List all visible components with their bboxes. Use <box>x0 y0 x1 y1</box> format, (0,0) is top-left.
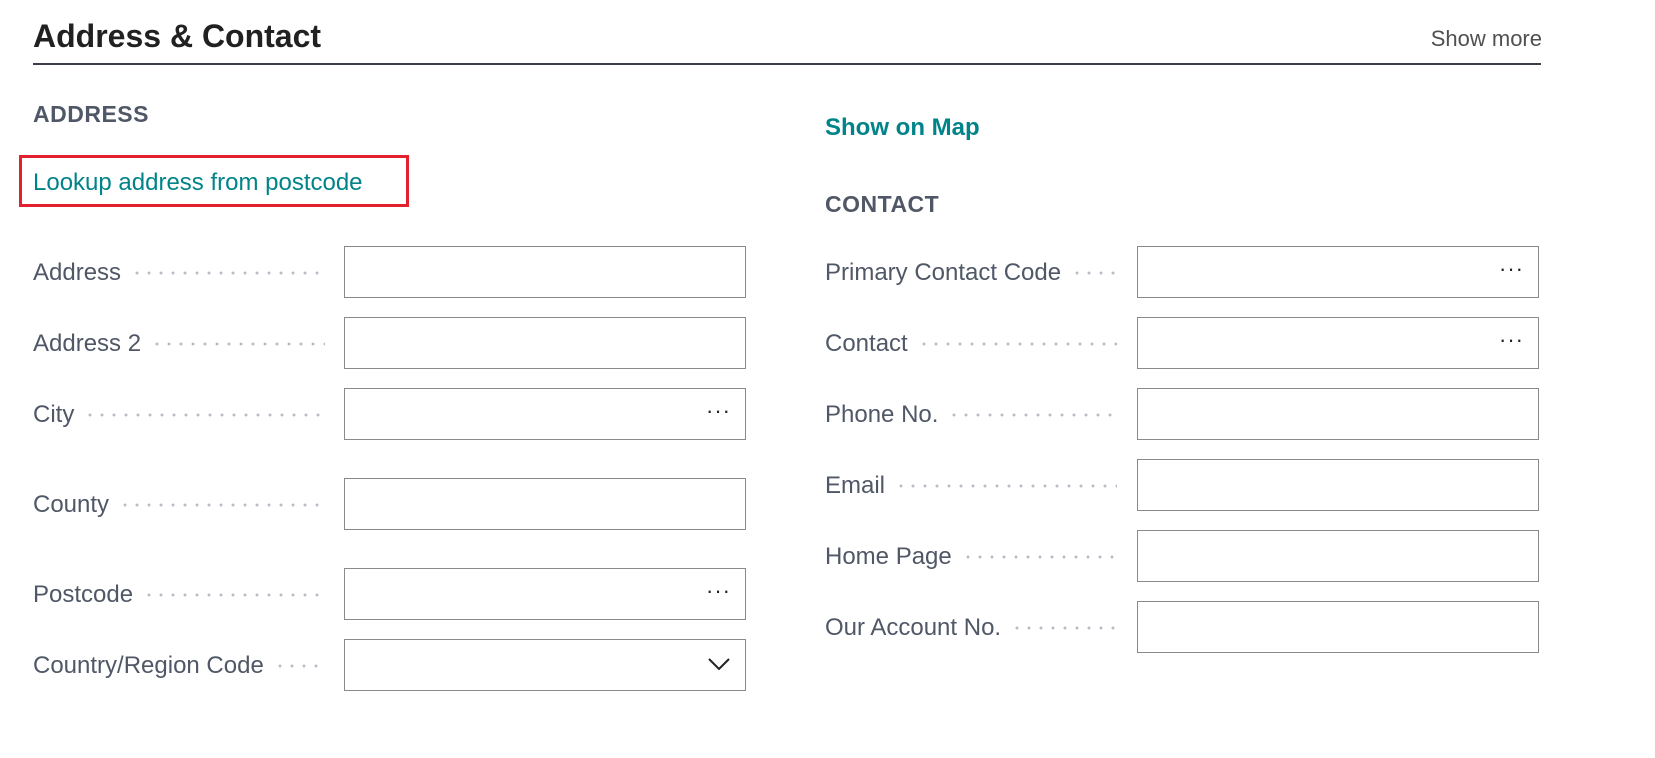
show-more-link[interactable]: Show more <box>1431 26 1542 52</box>
contact-group-title: CONTACT <box>825 191 940 217</box>
postcode-label: Postcode <box>33 568 325 622</box>
header-divider <box>33 63 1541 65</box>
ellipsis-icon[interactable]: ··· <box>706 578 731 604</box>
home-page-input[interactable] <box>1137 530 1539 582</box>
primary-contact-code-row: Primary Contact Code ··· <box>825 246 1541 300</box>
contact-input[interactable]: ··· <box>1137 317 1539 369</box>
phone-input[interactable] <box>1137 388 1539 440</box>
address2-field-row: Address 2 <box>33 317 749 371</box>
email-label: Email <box>825 459 1117 513</box>
primary-contact-code-label: Primary Contact Code <box>825 246 1117 300</box>
section-title: Address & Contact <box>33 18 322 54</box>
city-label: City <box>33 388 325 442</box>
postcode-input[interactable]: ··· <box>344 568 746 620</box>
address-input[interactable] <box>344 246 746 298</box>
email-input[interactable] <box>1137 459 1539 511</box>
country-field-row: Country/Region Code <box>33 639 749 693</box>
county-field-row: County <box>33 478 749 532</box>
email-row: Email <box>825 459 1541 513</box>
address-group-title: ADDRESS <box>33 101 149 127</box>
chevron-down-icon[interactable] <box>707 656 731 672</box>
postcode-field-row: Postcode ··· <box>33 568 749 622</box>
show-on-map-link[interactable]: Show on Map <box>825 114 980 142</box>
our-account-no-input[interactable] <box>1137 601 1539 653</box>
country-select[interactable] <box>344 639 746 691</box>
ellipsis-icon[interactable]: ··· <box>1499 327 1524 353</box>
address-field-row: Address <box>33 246 749 300</box>
contact-label: Contact <box>825 317 1117 371</box>
country-label: Country/Region Code <box>33 639 325 693</box>
home-page-row: Home Page <box>825 530 1541 584</box>
primary-contact-code-input[interactable]: ··· <box>1137 246 1539 298</box>
address2-input[interactable] <box>344 317 746 369</box>
city-field-row: City ··· <box>33 388 749 442</box>
address2-label: Address 2 <box>33 317 325 371</box>
address-label: Address <box>33 246 325 300</box>
phone-label: Phone No. <box>825 388 1117 442</box>
our-account-no-label: Our Account No. <box>825 601 1117 655</box>
our-account-no-row: Our Account No. <box>825 601 1541 655</box>
home-page-label: Home Page <box>825 530 1117 584</box>
ellipsis-icon[interactable]: ··· <box>1499 256 1524 282</box>
city-input[interactable]: ··· <box>344 388 746 440</box>
contact-row: Contact ··· <box>825 317 1541 371</box>
county-input[interactable] <box>344 478 746 530</box>
ellipsis-icon[interactable]: ··· <box>706 398 731 424</box>
lookup-address-link[interactable]: Lookup address from postcode <box>33 169 363 197</box>
county-label: County <box>33 478 325 532</box>
phone-row: Phone No. <box>825 388 1541 442</box>
